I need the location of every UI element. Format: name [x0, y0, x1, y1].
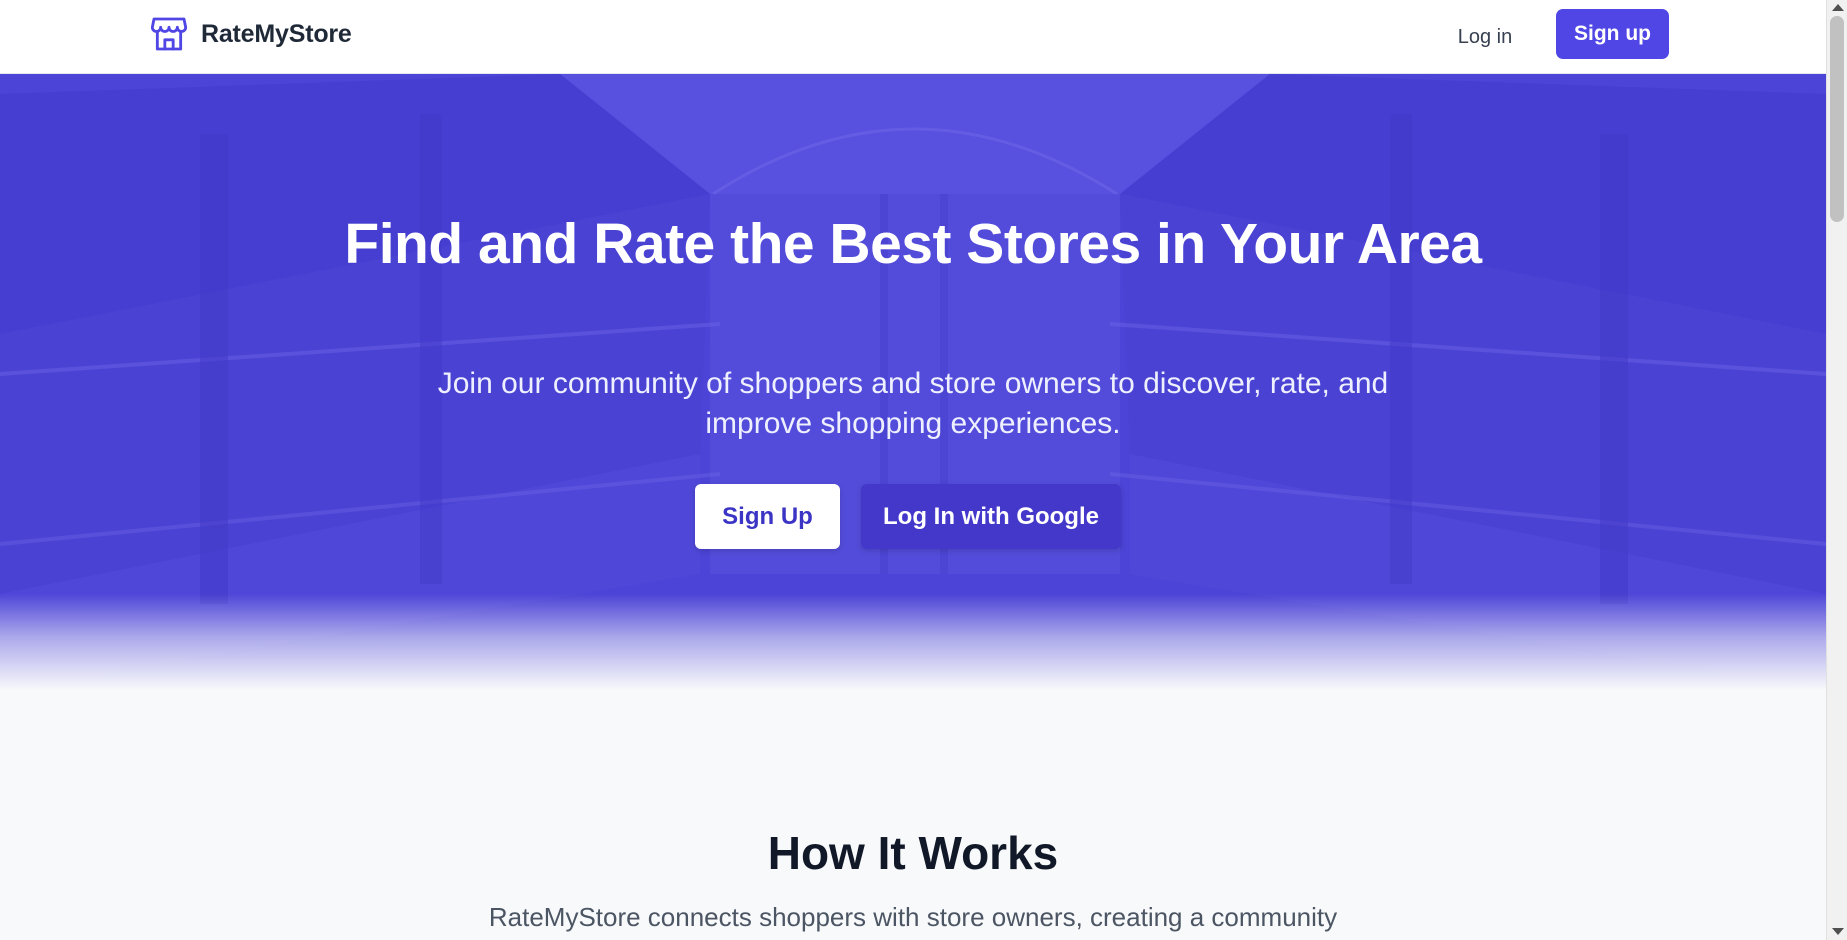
signup-button[interactable]: Sign up: [1556, 9, 1669, 59]
hero-subtitle: Join our community of shoppers and store…: [437, 367, 1389, 440]
how-it-works-title: How It Works: [767, 827, 1059, 879]
hero-title: Find and Rate the Best Stores in Your Ar…: [344, 212, 1482, 276]
store-icon: [150, 17, 188, 51]
hero-section: Find and Rate the Best Stores in Your Ar…: [0, 74, 1826, 690]
brand-logo[interactable]: RateMyStore: [149, 14, 352, 54]
scroll-down-arrow-icon[interactable]: [1832, 928, 1844, 935]
hero-bottom-fade: [0, 594, 1826, 690]
how-it-works-description: RateMyStore connects shoppers with store…: [488, 902, 1338, 932]
brand-name: RateMyStore: [201, 19, 352, 48]
hero-signup-button[interactable]: Sign Up: [695, 484, 840, 549]
scroll-up-arrow-icon[interactable]: [1832, 4, 1844, 11]
page-scrollbar[interactable]: [1826, 0, 1847, 940]
google-login-button[interactable]: Log In with Google: [861, 484, 1121, 549]
scrollbar-thumb[interactable]: [1830, 16, 1844, 222]
page: RateMyStore Log in Sign up Find and Rate…: [0, 0, 1826, 940]
login-link[interactable]: Log in: [1440, 22, 1530, 52]
top-navbar: RateMyStore Log in Sign up: [0, 0, 1826, 74]
